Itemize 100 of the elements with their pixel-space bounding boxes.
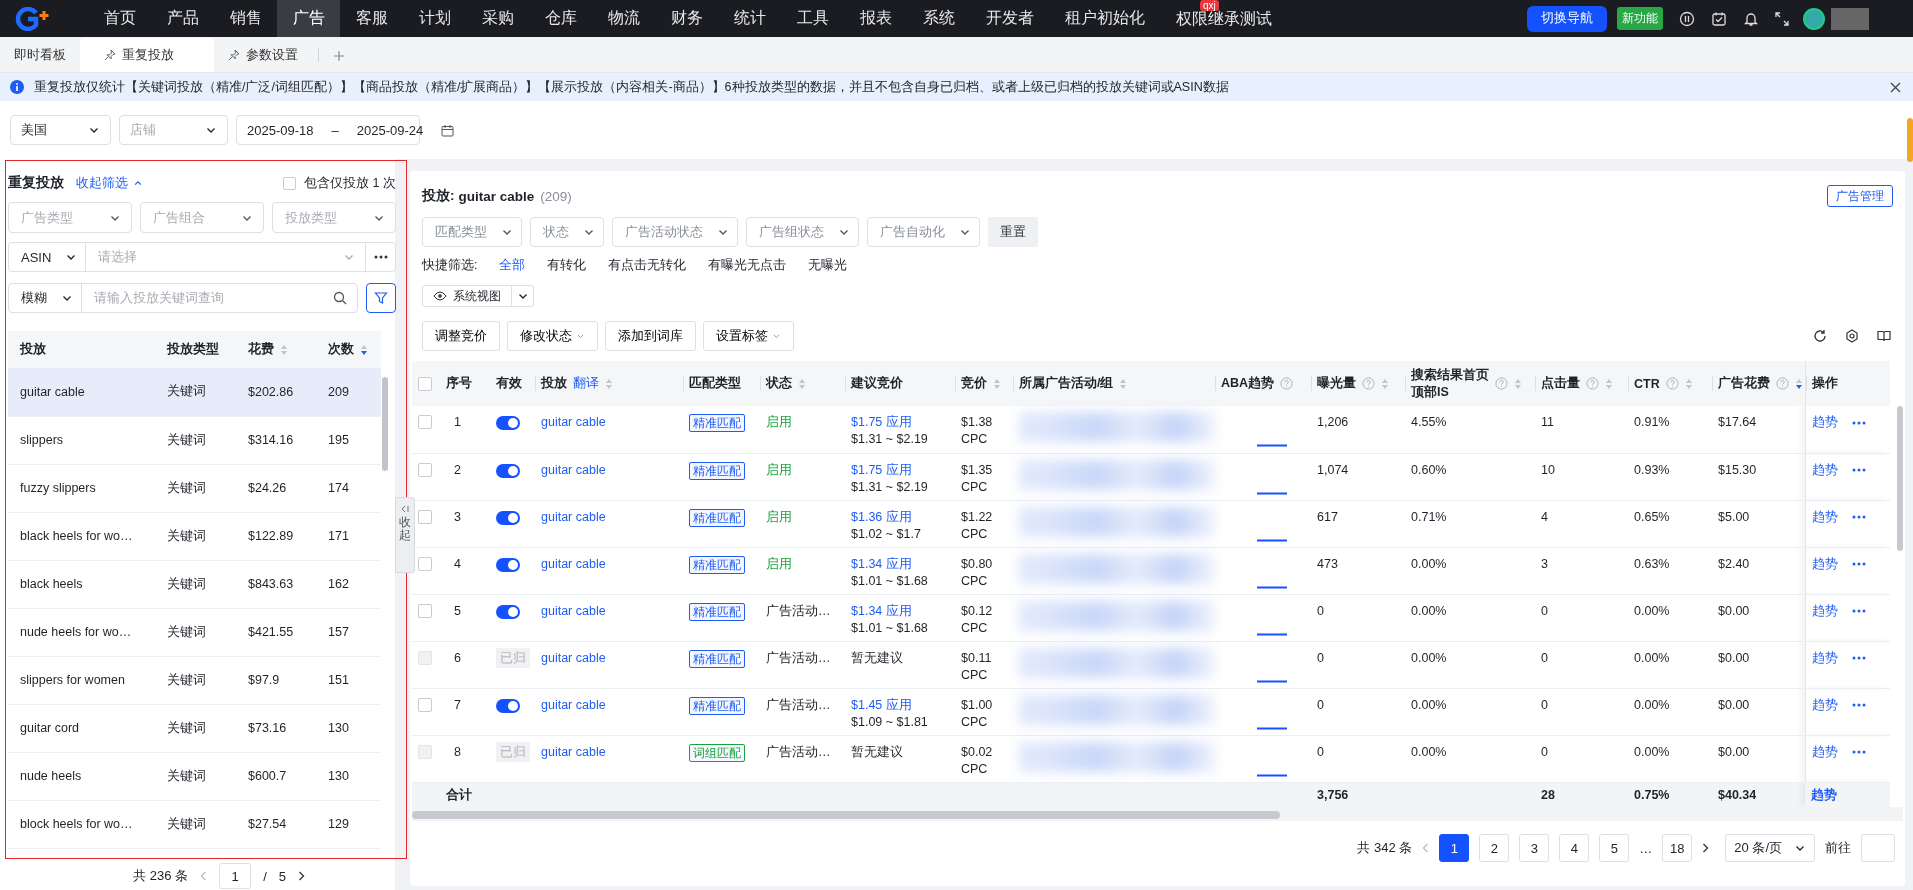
list-row[interactable]: slippers 关键词 $314.16 195 (8, 416, 381, 464)
page-button[interactable]: 5 (1599, 834, 1630, 862)
checkbox[interactable] (418, 603, 432, 618)
page-input[interactable]: 1 (219, 863, 252, 889)
checkbox[interactable] (418, 556, 432, 571)
apply-link[interactable]: 应用 (885, 415, 912, 429)
task-icon[interactable] (1711, 10, 1727, 27)
view-button[interactable]: 系统视图 (422, 285, 512, 307)
list-row[interactable]: nude heels for wo… 关键词 $421.55 157 (8, 608, 381, 656)
view-dropdown[interactable] (512, 285, 534, 307)
nav-item[interactable]: 计划 (403, 0, 466, 37)
apply-link[interactable]: 应用 (885, 509, 912, 524)
toggle-switch[interactable] (496, 416, 520, 430)
keyword-link[interactable]: guitar cable (541, 603, 606, 618)
nav-item[interactable]: 物流 (592, 0, 655, 37)
toggle-switch[interactable] (496, 557, 520, 572)
ad-manage-button[interactable]: 广告管理 (1827, 185, 1893, 207)
table-row[interactable]: 2 guitar cable 精准匹配 启用 $1.75 应用 $1.31 ~ $2.19 $1.35 CPC 1,074 0.60% 10 0.93% $15.30 趋势 (412, 453, 1890, 500)
sort-icon[interactable] (360, 343, 368, 356)
checkbox[interactable] (418, 509, 432, 524)
action-button[interactable]: 修改状态 (507, 321, 598, 351)
fullscreen-icon[interactable] (1775, 11, 1789, 26)
book-icon[interactable] (1877, 329, 1891, 343)
avatar[interactable] (1803, 7, 1825, 30)
nav-item[interactable]: 客服 (340, 0, 403, 37)
switch-nav-button[interactable]: 切换导航 (1527, 5, 1607, 32)
nav-item[interactable]: 权限继承测试 (1160, 11, 1287, 37)
trend-link[interactable]: 趋势 (1811, 461, 1838, 479)
keyword-link[interactable]: guitar cable (541, 415, 606, 429)
quick-filter[interactable]: 无曝光 (808, 256, 848, 274)
list-row[interactable]: black heels for wo… 关键词 $122.89 171 (8, 512, 381, 560)
list-row[interactable]: nude heels 关键词 $600.7 130 (8, 752, 381, 800)
nav-item[interactable]: 产品 (151, 0, 214, 37)
page-tab[interactable]: 参数设置 (214, 38, 312, 72)
page-button[interactable]: 3 (1519, 834, 1550, 862)
table-row[interactable]: 3 guitar cable 精准匹配 启用 $1.36 应用 $1.02 ~ $1.7 $1.22 CPC 617 0.71% 4 0.65% $5.00 趋势 (412, 500, 1890, 547)
refresh-icon[interactable] (1813, 329, 1827, 343)
quick-filter[interactable]: 有曝光无点击 (708, 256, 787, 274)
next-page-icon[interactable] (1702, 843, 1710, 853)
more-icon[interactable] (1851, 420, 1866, 425)
more-icon[interactable] (1851, 703, 1866, 707)
bell-icon[interactable] (1743, 10, 1759, 27)
quick-filter[interactable]: 有转化 (547, 256, 587, 274)
apply-link[interactable]: 应用 (885, 556, 912, 571)
keyword-link[interactable]: guitar cable (541, 556, 606, 571)
apply-link[interactable]: 应用 (885, 697, 912, 712)
keyword-link[interactable]: guitar cable (541, 462, 606, 477)
scrollbar-thumb[interactable] (1897, 406, 1903, 551)
quick-filter[interactable]: 全部 (499, 256, 526, 274)
scrollbar-thumb[interactable] (382, 377, 388, 471)
trend-link[interactable]: 趋势 (1811, 787, 1837, 802)
more-icon[interactable] (1851, 656, 1866, 660)
sort-icon[interactable] (1795, 377, 1803, 390)
nav-item[interactable]: 报表 (844, 0, 907, 37)
list-row[interactable]: slippers for women 关键词 $97.9 151 (8, 656, 381, 704)
nav-item[interactable]: 广告 (277, 0, 340, 37)
trend-link[interactable]: 趋势 (1811, 508, 1838, 526)
checkbox[interactable] (418, 377, 432, 391)
close-icon[interactable] (1890, 81, 1901, 93)
toggle-switch[interactable] (496, 463, 520, 478)
toggle-switch[interactable] (496, 604, 520, 619)
more-icon[interactable] (1851, 750, 1866, 754)
pause-icon[interactable] (1679, 10, 1695, 27)
list-row[interactable]: block heels for wo… 关键词 $27.54 129 (8, 800, 381, 848)
action-button[interactable]: 添加到词库 (605, 321, 696, 351)
nav-item[interactable]: 仓库 (529, 0, 592, 37)
table-row[interactable]: 4 guitar cable 精准匹配 启用 $1.34 应用 $1.01 ~ $1.68 $0.80 CPC 473 0.00% 3 0.63% $2.40 趋势 (412, 547, 1890, 594)
page-size-select[interactable]: 20 条/页 (1725, 834, 1815, 862)
more-icon[interactable] (1851, 468, 1866, 472)
keyword-link[interactable]: guitar cable (541, 697, 606, 712)
nav-item[interactable]: 系统 (907, 0, 970, 37)
goto-input[interactable] (1861, 834, 1895, 862)
action-button[interactable]: 设置标签 (703, 321, 794, 351)
nav-item[interactable]: 开发者 (970, 0, 1049, 37)
checkbox[interactable] (283, 176, 297, 190)
list-row[interactable]: black heels 关键词 $843.63 162 (8, 560, 381, 608)
nav-item[interactable]: 租户初始化 (1049, 0, 1160, 37)
scrollbar-thumb[interactable] (412, 811, 1280, 819)
keyword-link[interactable]: guitar cable (541, 509, 606, 524)
table-row[interactable]: 1 guitar cable 精准匹配 启用 $1.75 应用 $1.31 ~ $2.19 $1.38 CPC 1,206 4.55% 11 0.91% $17.64 趋势 (412, 406, 1890, 453)
list-row[interactable]: guitar cable 关键词 $202.86 209 (8, 368, 381, 416)
country-select[interactable]: 美国 (10, 115, 111, 145)
user-name-placeholder[interactable] (1831, 7, 1869, 30)
include-once-checkbox[interactable]: 包含仅投放 1 次 (283, 174, 396, 192)
list-row[interactable]: fuzzy slippers 关键词 $24.26 174 (8, 464, 381, 512)
nav-item[interactable]: 销售 (214, 0, 277, 37)
scrollbar-thumb[interactable] (1907, 118, 1913, 162)
nav-item[interactable]: 统计 (718, 0, 781, 37)
page-tab[interactable]: 重复投放 (80, 38, 214, 72)
table-row[interactable]: 5 guitar cable 精准匹配 广告活动… $1.34 应用 $1.01 ~ $1.68 $0.12 CPC 0 0.00% 0 0.00% $0.00 趋势 (412, 594, 1890, 641)
quick-filter[interactable]: 有点击无转化 (608, 256, 687, 274)
page-button[interactable]: 1 (1439, 834, 1470, 862)
nav-item[interactable]: 工具 (781, 0, 844, 37)
next-page-icon[interactable] (298, 871, 305, 881)
list-row[interactable]: guitar cord 关键词 $73.16 130 (8, 704, 381, 752)
nav-item[interactable]: 财务 (655, 0, 718, 37)
table-row[interactable]: 7 guitar cable 精准匹配 广告活动… $1.45 应用 $1.09 ~ $1.81 $1.00 CPC 0 0.00% 0 0.00% $0.00 趋势 (412, 688, 1890, 735)
toggle-switch[interactable] (496, 510, 520, 525)
apply-link[interactable]: 应用 (885, 603, 912, 618)
trend-link[interactable]: 趋势 (1811, 414, 1838, 431)
